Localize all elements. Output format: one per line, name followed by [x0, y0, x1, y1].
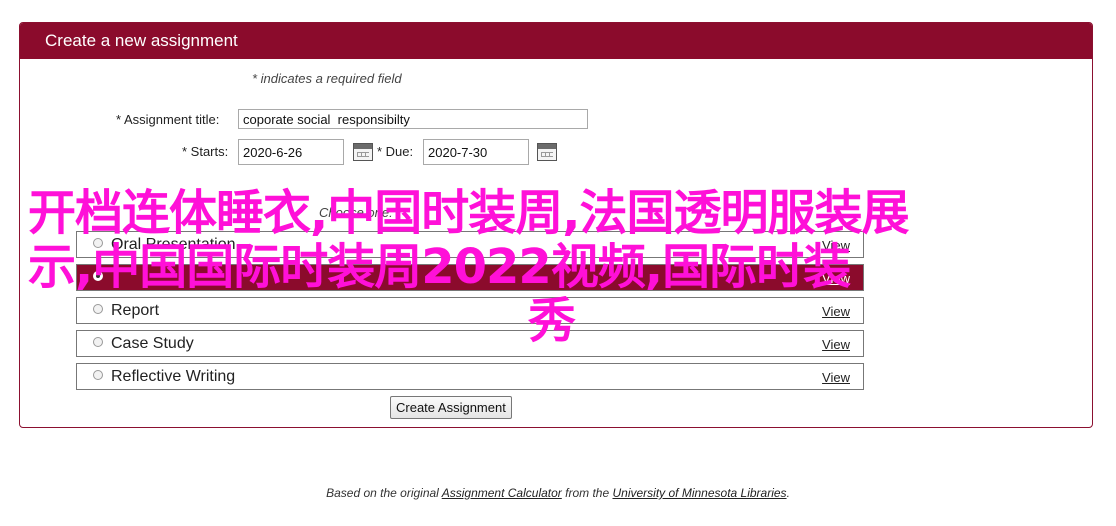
overlay-line: 示,中国国际时装周2022视频,国际时装	[28, 239, 851, 295]
assignment-title-input[interactable]	[238, 109, 588, 129]
footer-text: Based on the original	[326, 486, 442, 500]
starts-label: * Starts:	[182, 144, 229, 159]
assignment-calculator-link[interactable]: Assignment Calculator	[442, 486, 562, 500]
overlay-line: 开档连体睡衣,中国时装周,法国透明服装展	[28, 185, 909, 241]
required-note: * indicates a required field	[252, 71, 402, 86]
footer-text: .	[786, 486, 790, 500]
panel-header: Create a new assignment	[20, 23, 1092, 59]
option-label: Reflective Writing	[111, 368, 236, 385]
starts-date-input[interactable]	[238, 139, 344, 165]
overlay-text: 开档连体睡衣,中国时装周,法国透明服装展 示,中国国际时装周2022视频,国际时…	[28, 186, 1028, 348]
option-reflective-writing[interactable]: Reflective Writing View	[76, 363, 864, 390]
create-assignment-button[interactable]: Create Assignment	[390, 396, 512, 419]
footer: Based on the original Assignment Calcula…	[0, 486, 1116, 500]
radio-button[interactable]	[93, 370, 103, 380]
footer-text: from the	[561, 486, 613, 500]
due-date-input[interactable]	[423, 139, 529, 165]
calendar-icon[interactable]	[353, 143, 373, 161]
view-link[interactable]: View	[822, 370, 850, 385]
due-label: * Due:	[377, 144, 414, 159]
university-libraries-link[interactable]: University of Minnesota Libraries	[612, 486, 786, 500]
assignment-title-label: * Assignment title:	[116, 112, 220, 127]
overlay-line: 秀	[528, 293, 576, 349]
calendar-icon[interactable]	[537, 143, 557, 161]
